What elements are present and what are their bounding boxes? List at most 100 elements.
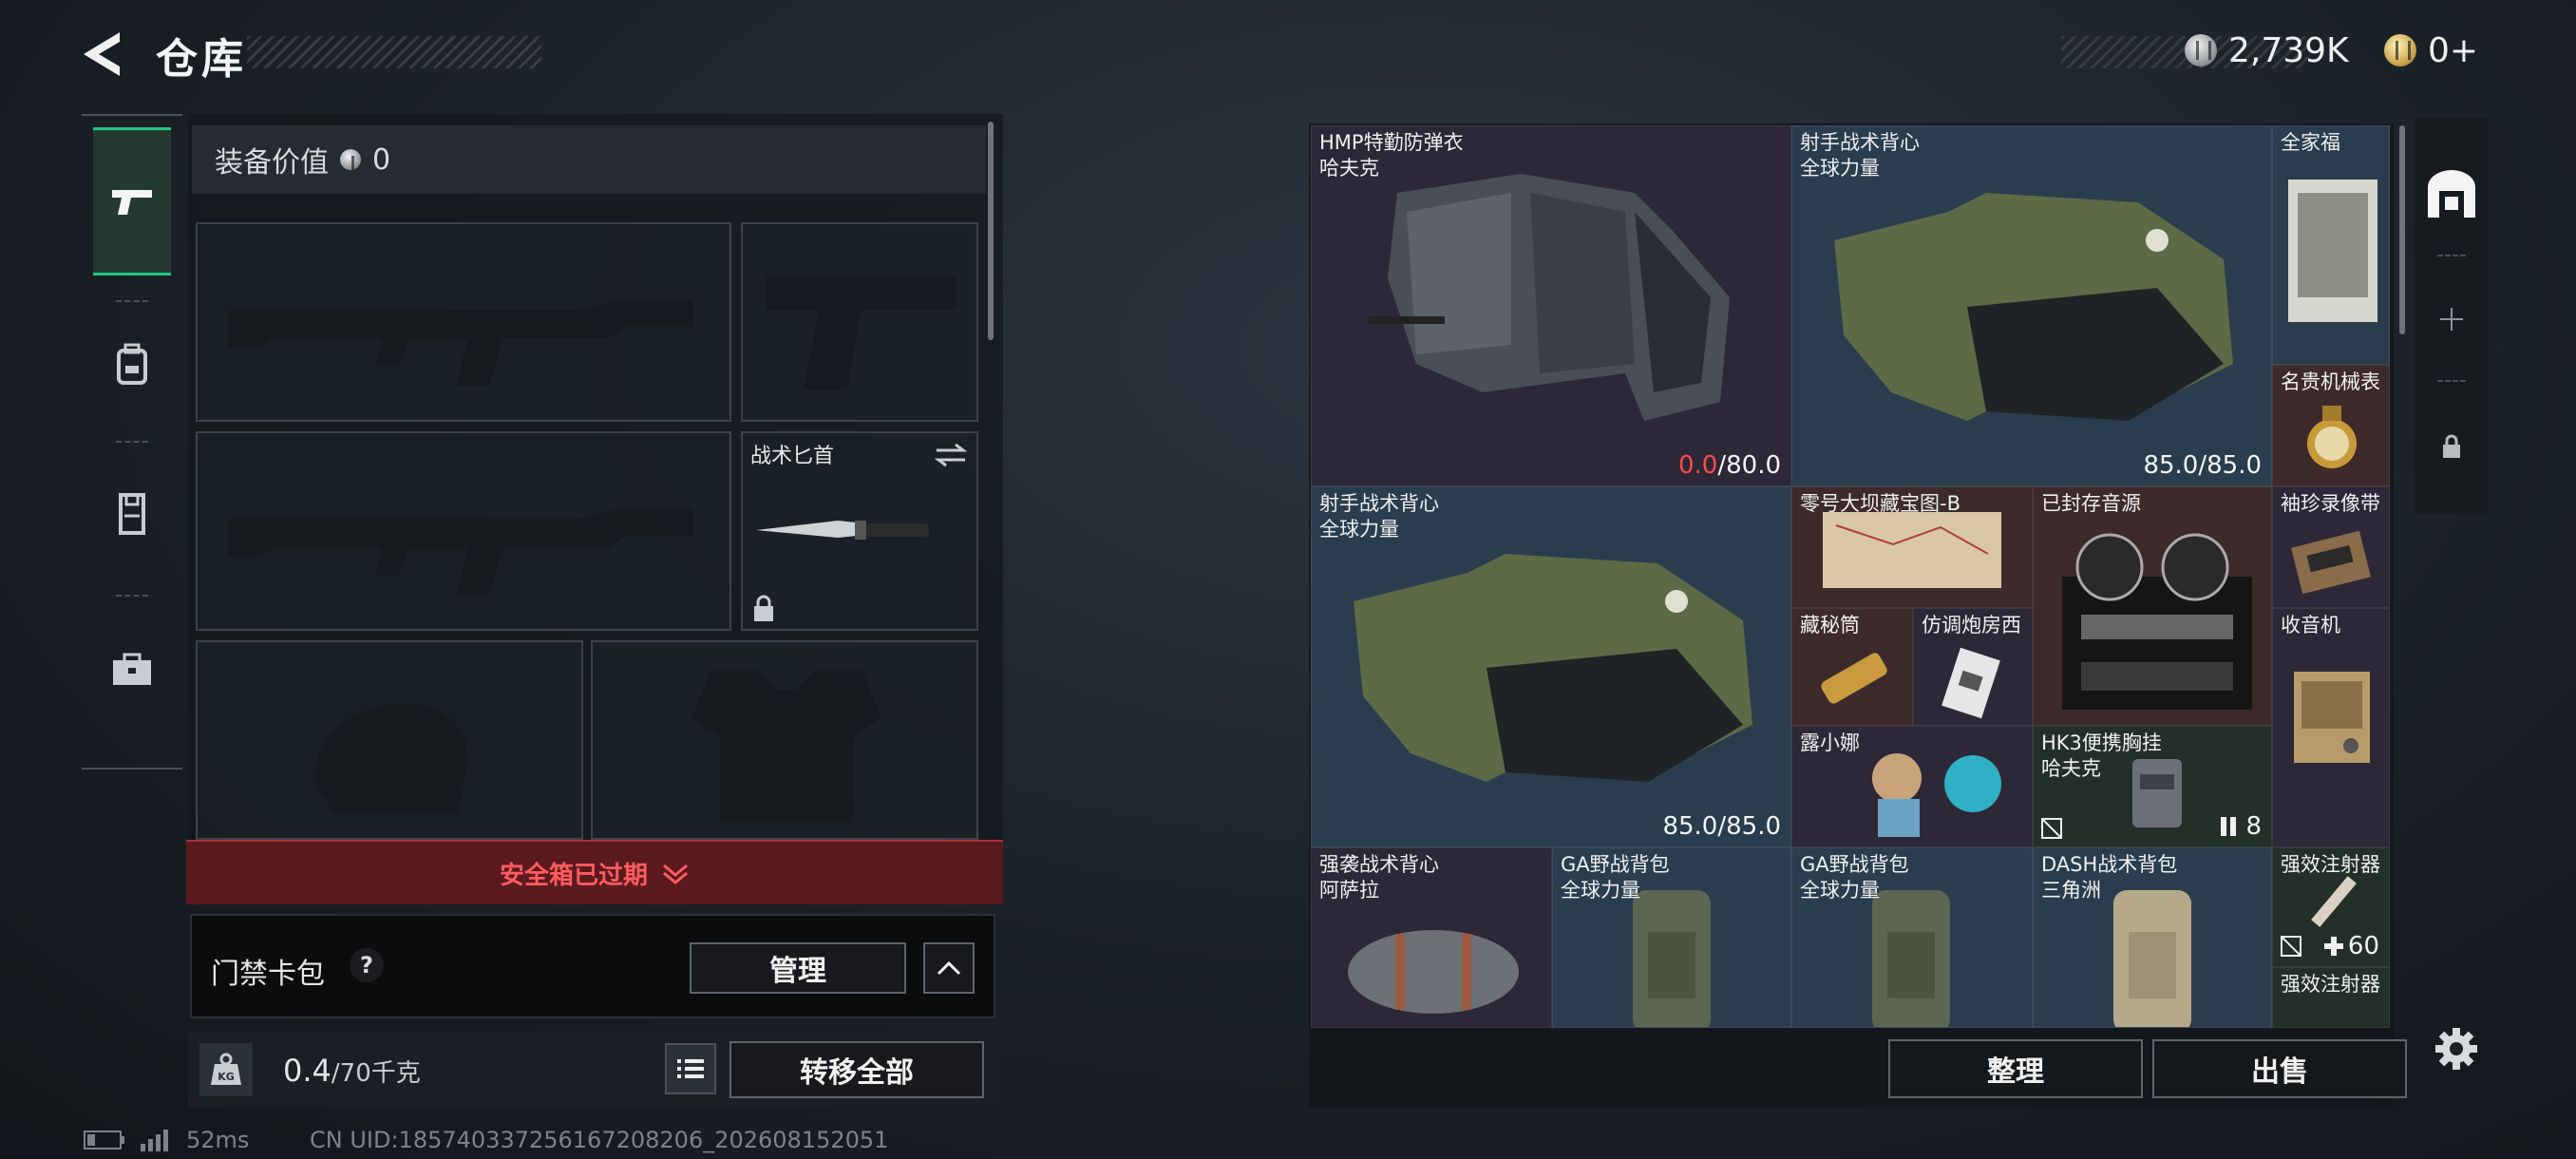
add-tab-button[interactable] — [2415, 281, 2489, 357]
primary-weapon-slot[interactable] — [196, 222, 731, 422]
item-name: GA野战背包 — [1561, 853, 1670, 876]
bag-image-icon — [1348, 930, 1519, 1014]
magazine-icon — [2221, 817, 2237, 836]
armor-slot[interactable] — [591, 640, 978, 840]
item-name: 零号大坝藏宝图-B — [1800, 492, 1960, 515]
weight-current: 0.4 — [283, 1053, 331, 1089]
item-count: 8 — [2245, 812, 2262, 841]
storage-vault-button[interactable] — [2415, 156, 2489, 232]
item-count: 60 — [2347, 932, 2379, 960]
storage-item[interactable]: 袖珍录像带 — [2272, 486, 2390, 608]
swap-icon[interactable] — [935, 441, 967, 469]
storage-item[interactable]: HK3便携胸挂 哈夫克 8 — [2033, 726, 2272, 847]
user-uid: CN UID:18574033725616​7208206_2026081520… — [310, 1127, 889, 1153]
safe-box-status: 安全箱已过期 — [499, 861, 648, 890]
briefcase-icon — [113, 653, 151, 685]
secondary-weapon-slot[interactable] — [196, 431, 731, 631]
nav-gear[interactable] — [93, 293, 171, 435]
storage-item[interactable]: 射手战术背心 全球力量 85.0/85.0 — [1311, 486, 1791, 847]
sidearm-slot[interactable] — [741, 222, 978, 422]
plus-icon — [2440, 308, 2463, 331]
storage-item[interactable]: 仿调炮房西 — [1913, 608, 2033, 726]
storage-item[interactable]: 名贵机械表 — [2272, 365, 2390, 486]
helmet-slot[interactable] — [196, 640, 583, 840]
equipment-value-label: 装备价值 — [215, 146, 329, 180]
title-decoration — [247, 36, 541, 68]
knife-slot[interactable]: 战术匕首 — [741, 431, 978, 631]
back-arrow-icon — [84, 32, 120, 76]
item-brand: 阿萨拉 — [1319, 879, 1379, 902]
storage-item[interactable]: 强效注射器 60 — [2272, 847, 2390, 967]
map-image-icon — [1823, 512, 2001, 588]
knife-icon — [756, 521, 929, 540]
storage-item[interactable]: DASH战术背包 三角洲 — [2033, 847, 2272, 1028]
storage-item[interactable]: 藏秘筒 — [1791, 608, 1913, 726]
storage-item[interactable]: HMP特勤防弹衣 哈夫克 0.0/80.0 — [1311, 125, 1791, 486]
gold-currency[interactable]: 0+ — [2384, 27, 2478, 74]
gear-icon — [2435, 1028, 2477, 1070]
list-view-button[interactable] — [665, 1043, 716, 1094]
chevron-down-icon — [663, 864, 688, 884]
storage-item[interactable]: 全家福 — [2272, 125, 2390, 365]
durability-max: /80.0 — [1717, 451, 1781, 480]
settings-button[interactable] — [2430, 1022, 2483, 1075]
help-icon[interactable]: ? — [350, 948, 384, 982]
injector-image-icon — [2311, 876, 2357, 927]
battery-icon — [84, 1130, 124, 1150]
no-sell-icon — [2281, 936, 2301, 957]
item-name: HK3便携胸挂 — [2041, 732, 2162, 754]
manage-button[interactable]: 管理 — [690, 942, 906, 994]
item-brand: 三角洲 — [2041, 879, 2101, 902]
weight-icon: KG — [199, 1043, 253, 1096]
durability: 85.0/85.0 — [1662, 812, 1781, 841]
vest-image-icon — [1354, 554, 1752, 782]
locked-tab-button[interactable] — [2415, 408, 2489, 484]
item-name: 名贵机械表 — [2281, 370, 2380, 393]
storage-item[interactable]: 露小娜 — [1791, 726, 2033, 847]
item-brand: 哈夫克 — [2041, 757, 2101, 780]
radio-image-icon — [2294, 672, 2370, 763]
gold-coin-icon — [2384, 34, 2416, 66]
storage-scrollbar[interactable] — [2399, 125, 2405, 334]
vest-image-icon — [1369, 174, 1730, 421]
sell-button[interactable]: 出售 — [2152, 1039, 2407, 1098]
pistol-silhouette-icon — [766, 276, 956, 390]
item-name: 强袭战术背心 — [1319, 853, 1439, 876]
lock-icon — [754, 595, 773, 621]
safe-box-expired-banner[interactable]: 安全箱已过期 — [186, 840, 1003, 904]
nav-armor[interactable] — [93, 443, 171, 585]
item-name: HMP特勤防弹衣 — [1319, 131, 1464, 154]
health-plus-icon — [2323, 937, 2343, 956]
knife-slot-label: 战术匕首 — [750, 445, 835, 468]
watch-image-icon — [2307, 406, 2357, 468]
collapse-button[interactable] — [923, 942, 975, 994]
storage-item[interactable]: 已封存音源 — [2033, 486, 2272, 726]
sort-button[interactable]: 整理 — [1888, 1039, 2143, 1098]
storage-item[interactable]: 收音机 — [2272, 608, 2390, 847]
videotape-image-icon — [2291, 530, 2371, 595]
transfer-all-button[interactable]: 转移全部 — [729, 1041, 984, 1098]
silver-currency-value: 2,739K — [2228, 30, 2349, 70]
category-nav — [82, 114, 182, 770]
back-button[interactable] — [78, 27, 133, 82]
loadout-scrollbar[interactable] — [988, 122, 994, 340]
nav-weapons[interactable] — [93, 127, 171, 276]
nav-cases[interactable] — [93, 598, 171, 741]
silver-currency[interactable]: 2,739K — [2185, 27, 2349, 74]
list-icon — [677, 1059, 704, 1078]
item-name: 收音机 — [2281, 614, 2340, 636]
equipment-value: 装备价值 0 — [192, 125, 986, 194]
storage-item[interactable]: GA野战背包 全球力量 — [1552, 847, 1791, 1028]
storage-item[interactable]: GA野战背包 全球力量 — [1791, 847, 2033, 1028]
item-name: 全家福 — [2281, 131, 2340, 154]
item-name: 射手战术背心 — [1319, 492, 1439, 515]
weight-icon-text: KG — [218, 1071, 235, 1083]
storage-item[interactable]: 强效注射器 — [2272, 967, 2390, 1028]
rifle-silhouette-icon — [228, 300, 693, 386]
storage-item[interactable]: 射手战术背心 全球力量 85.0/85.0 — [1791, 125, 2272, 486]
item-name: 袖珍录像带 — [2281, 492, 2380, 515]
storage-item[interactable]: 强袭战术背心 阿萨拉 — [1311, 847, 1552, 1028]
item-name: 强效注射器 — [2281, 853, 2380, 876]
photo-image-icon — [2288, 180, 2377, 322]
storage-item[interactable]: 零号大坝藏宝图-B — [1791, 486, 2033, 608]
